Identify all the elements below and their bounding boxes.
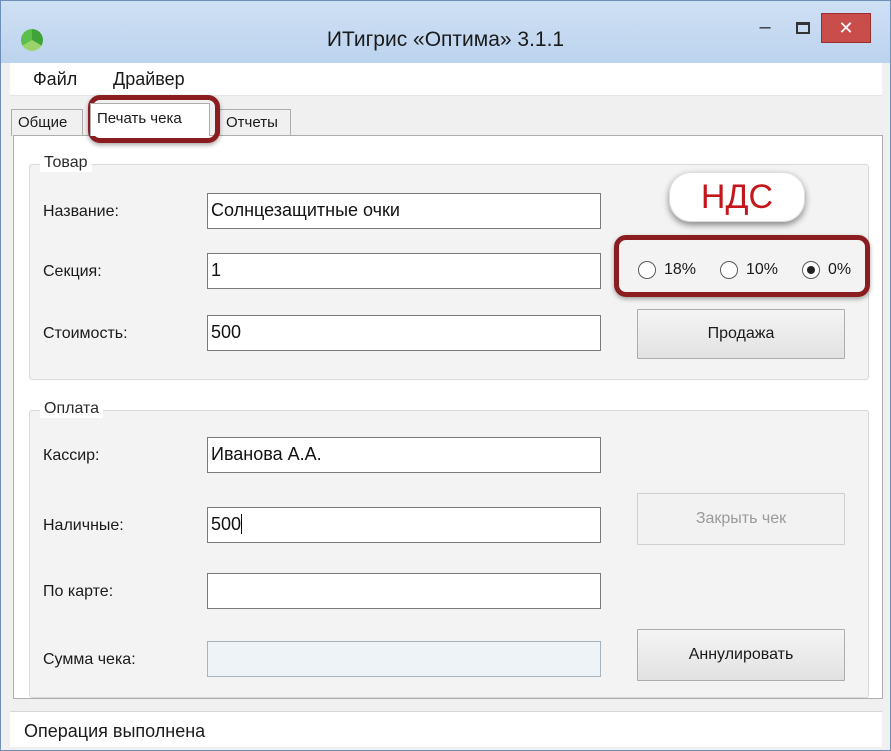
minimize-button[interactable]: – xyxy=(747,13,783,43)
total-label: Сумма чека: xyxy=(43,651,136,668)
cash-label: Наличные: xyxy=(43,517,124,534)
menu-driver[interactable]: Драйвер xyxy=(113,69,185,90)
section-field[interactable]: 1 xyxy=(207,253,601,289)
payment-group: Оплата Кассир: Иванова А.А. Наличные: 50… xyxy=(29,400,869,698)
vat-callout: НДС xyxy=(669,172,805,222)
tab-strip: Общие Печать чека Отчеты xyxy=(10,101,882,136)
vat-10-label[interactable]: 10% xyxy=(746,261,778,279)
close-check-button[interactable]: Закрыть чек xyxy=(637,493,845,545)
name-label: Название: xyxy=(43,203,119,220)
menu-file[interactable]: Файл xyxy=(33,69,77,90)
title-bar[interactable]: ИТигрис «Оптима» 3.1.1 – ✕ xyxy=(1,1,890,63)
vat-18-radio[interactable] xyxy=(638,261,656,279)
goods-legend: Товар xyxy=(40,154,92,172)
name-field[interactable]: Солнцезащитные очки xyxy=(207,193,601,229)
cost-label: Стоимость: xyxy=(43,325,128,342)
maximize-button[interactable] xyxy=(787,13,819,43)
cashier-field[interactable]: Иванова А.А. xyxy=(207,437,601,473)
vat-0-radio[interactable] xyxy=(802,261,820,279)
menu-bar: Файл Драйвер xyxy=(10,63,882,96)
maximize-icon xyxy=(796,21,810,34)
tab-reports[interactable]: Отчеты xyxy=(219,109,291,136)
cancel-check-button[interactable]: Аннулировать xyxy=(637,629,845,681)
text-caret xyxy=(241,514,243,534)
payment-legend: Оплата xyxy=(40,400,104,418)
card-field[interactable] xyxy=(207,573,601,609)
section-label: Секция: xyxy=(43,263,102,280)
cash-field[interactable]: 500 xyxy=(207,507,601,543)
cost-field[interactable]: 500 xyxy=(207,315,601,351)
card-label: По карте: xyxy=(43,583,114,600)
status-bar: Операция выполнена xyxy=(10,711,882,747)
app-window: ИТигрис «Оптима» 3.1.1 – ✕ Файл Драйвер … xyxy=(0,0,891,751)
vat-0-label[interactable]: 0% xyxy=(828,261,851,279)
tab-print-receipt[interactable]: Печать чека xyxy=(90,103,210,136)
status-text: Операция выполнена xyxy=(24,721,206,741)
sale-button[interactable]: Продажа xyxy=(637,309,845,359)
close-button[interactable]: ✕ xyxy=(821,13,871,43)
cashier-label: Кассир: xyxy=(43,447,100,464)
total-field xyxy=(207,641,601,677)
vat-18-label[interactable]: 18% xyxy=(664,261,696,279)
cash-value: 500 xyxy=(211,514,242,534)
tab-general[interactable]: Общие xyxy=(11,109,83,136)
vat-radio-group: 18% 10% 0% xyxy=(638,261,868,281)
vat-10-radio[interactable] xyxy=(720,261,738,279)
